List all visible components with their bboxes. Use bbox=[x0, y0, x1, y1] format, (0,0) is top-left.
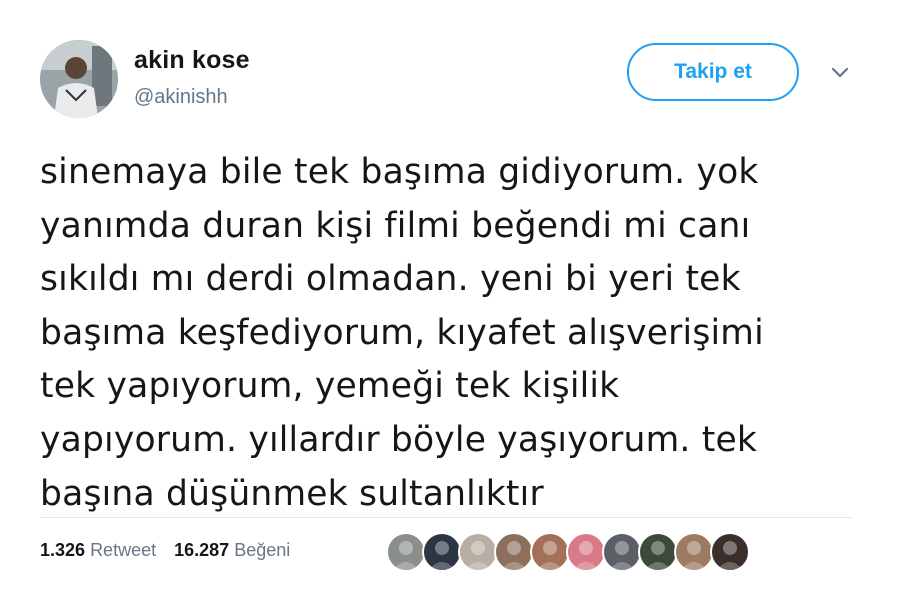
user-display-name[interactable]: akin kose bbox=[134, 46, 250, 75]
tweet-text-line: yanımda duran kişi filmi beğendi mi canı bbox=[40, 205, 751, 246]
liker-avatar-icon[interactable] bbox=[602, 532, 642, 572]
liker-avatar-icon[interactable] bbox=[638, 532, 678, 572]
tweet-card: akin kose @akinishh Takip et sinemaya bi… bbox=[0, 0, 900, 598]
liker-avatar-icon[interactable] bbox=[422, 532, 462, 572]
tweet-text-line: başına düşünmek sultanlıktır bbox=[40, 473, 544, 514]
tweet-text-line: başıma keşfediyorum, kıyafet alışverişim… bbox=[40, 312, 764, 353]
tweet-stats: 1.326 Retweet 16.287 Beğeni bbox=[40, 540, 290, 561]
liker-avatar-icon[interactable] bbox=[566, 532, 606, 572]
tweet-text-line: sinemaya bile tek başıma gidiyorum. yok bbox=[40, 152, 759, 192]
follow-button[interactable]: Takip et bbox=[627, 43, 799, 101]
retweet-count: 1.326 bbox=[40, 540, 86, 560]
retweet-stat[interactable]: 1.326 Retweet bbox=[40, 540, 156, 560]
retweet-label: Retweet bbox=[90, 540, 157, 560]
liker-avatars bbox=[386, 532, 750, 572]
chevron-down-icon[interactable] bbox=[830, 66, 850, 80]
tweet-text: sinemaya bile tek başıma gidiyorum. yok … bbox=[40, 146, 870, 521]
profile-photo-icon bbox=[40, 40, 118, 118]
like-count: 16.287 bbox=[174, 540, 230, 560]
tweet-text-line: tek yapıyorum, yemeği tek kişilik bbox=[40, 366, 620, 407]
liker-avatar-icon[interactable] bbox=[386, 532, 426, 572]
liker-avatar-icon[interactable] bbox=[710, 532, 750, 572]
liker-avatar-icon[interactable] bbox=[674, 532, 714, 572]
avatar[interactable] bbox=[40, 40, 118, 118]
tweet-text-line: sıkıldı mı derdi olmadan. yeni bi yeri t… bbox=[40, 259, 741, 300]
like-label: Beğeni bbox=[234, 540, 291, 560]
liker-avatar-icon[interactable] bbox=[494, 532, 534, 572]
user-handle[interactable]: @akinishh bbox=[134, 86, 228, 109]
like-stat[interactable]: 16.287 Beğeni bbox=[174, 540, 290, 560]
liker-avatar-icon[interactable] bbox=[458, 532, 498, 572]
divider bbox=[40, 517, 852, 518]
liker-avatar-icon[interactable] bbox=[530, 532, 570, 572]
tweet-text-line: yapıyorum. yıllardır böyle yaşıyorum. te… bbox=[40, 419, 758, 460]
